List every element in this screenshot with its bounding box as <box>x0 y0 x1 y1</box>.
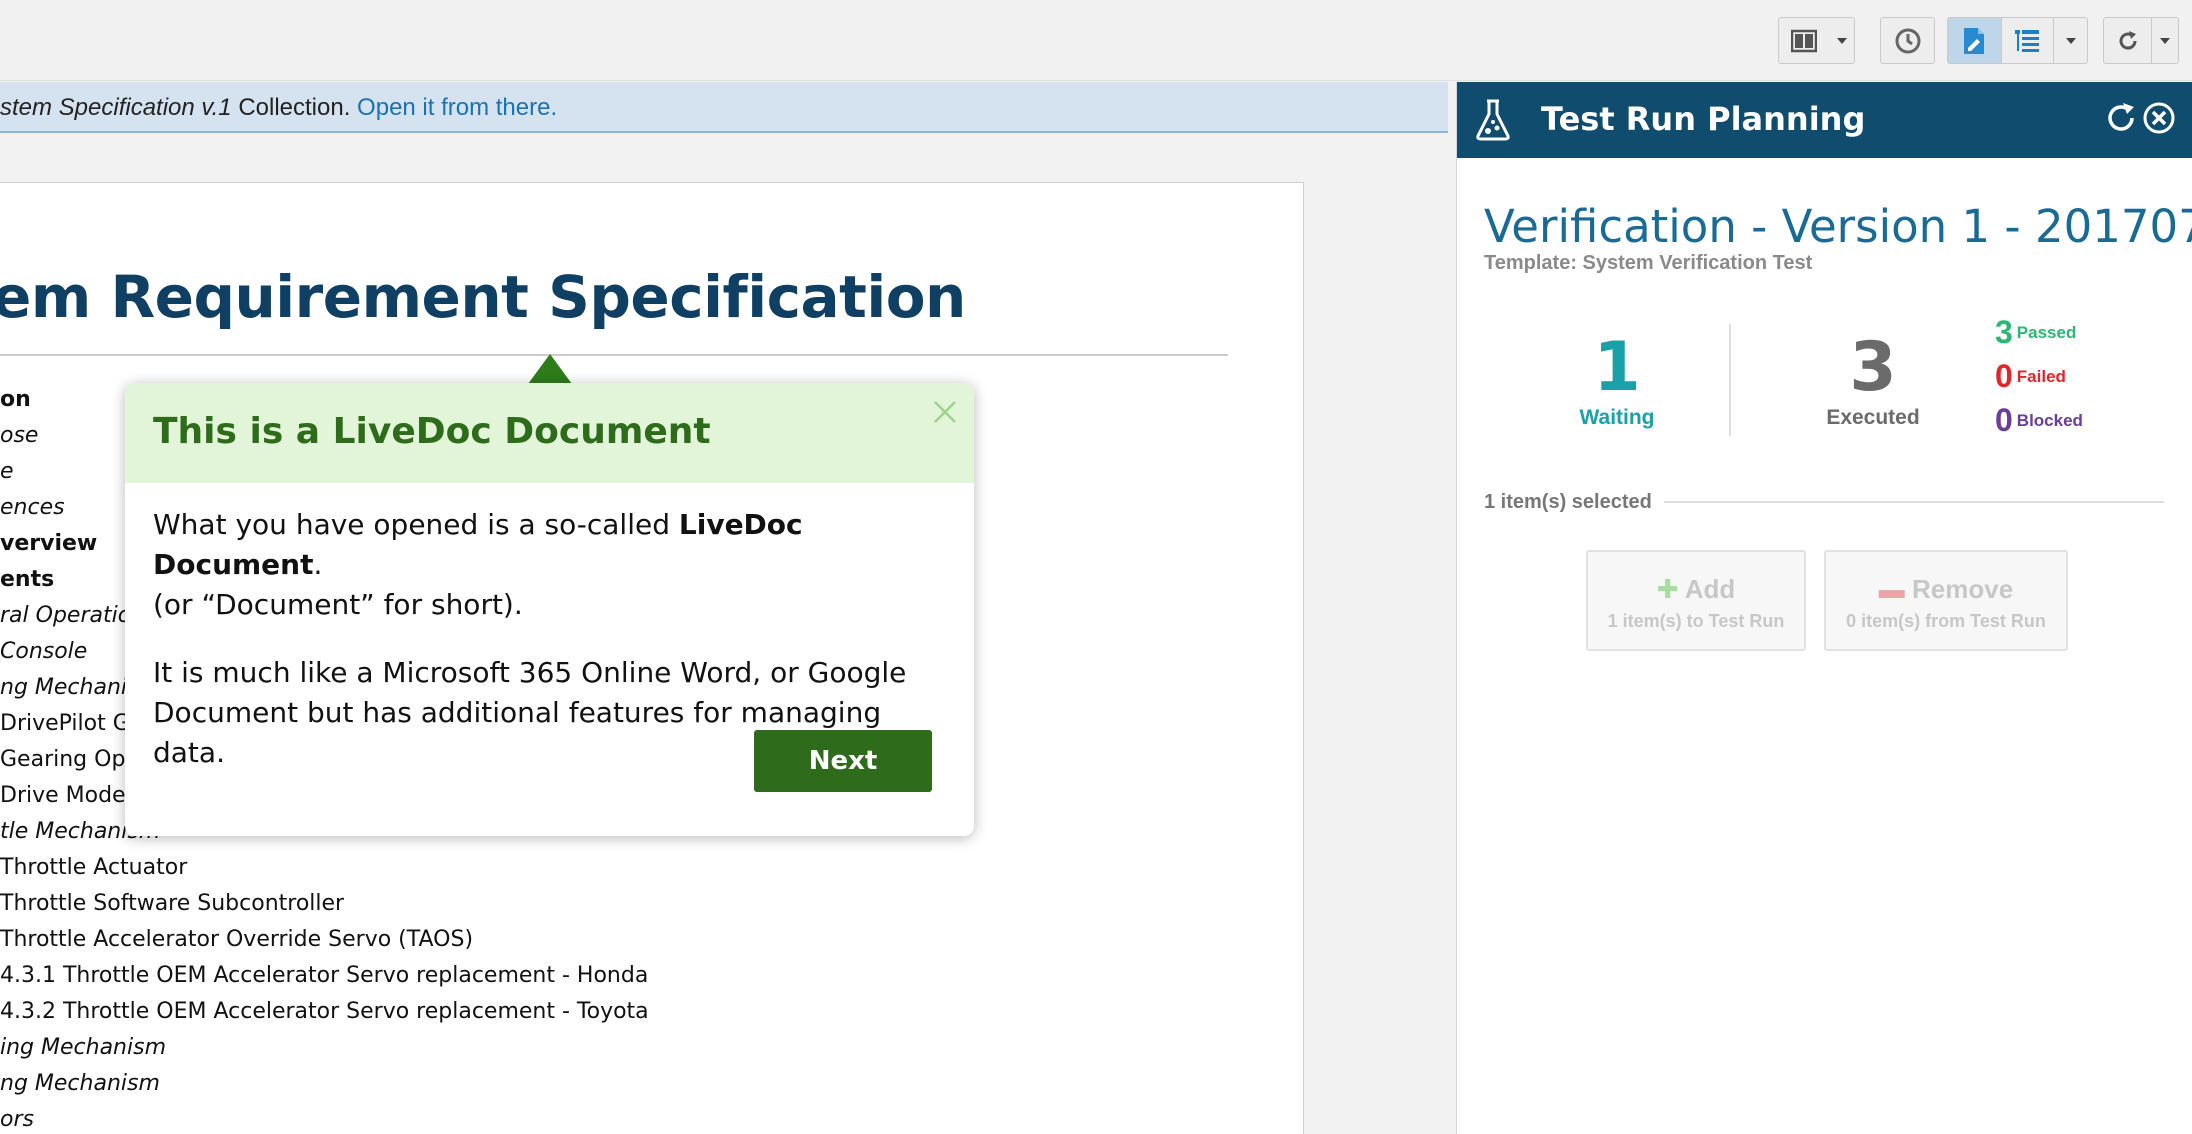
blocked-label: Blocked <box>2016 410 2083 430</box>
notice-text: Collection. <box>231 94 358 121</box>
passed-stat: 3 Passed <box>1995 314 2076 351</box>
history-button[interactable] <box>1880 17 1935 64</box>
toc-entry[interactable]: e <box>0 457 14 487</box>
executed-stat: 3 Executed <box>1803 330 1943 430</box>
failed-stat: 0 Failed <box>1995 358 2066 395</box>
refresh-icon[interactable] <box>2104 18 2151 63</box>
toc-entry[interactable]: Console <box>0 637 87 667</box>
minus-icon: ▬ <box>1878 574 1905 604</box>
toc-entry[interactable]: ral Operation <box>0 601 145 631</box>
selection-divider <box>1663 501 2164 503</box>
executed-count: 3 <box>1849 328 1897 407</box>
top-toolbar <box>0 0 2192 81</box>
stats-divider <box>1729 324 1731 436</box>
toc-entry[interactable]: 4.3.1 Throttle OEM Accelerator Servo rep… <box>0 961 648 991</box>
add-to-test-run-button[interactable]: ✚ Add 1 item(s) to Test Run <box>1586 550 1806 651</box>
close-icon[interactable] <box>2141 100 2177 136</box>
waiting-stat: 1 Waiting <box>1557 330 1677 430</box>
test-run-template: Template: System Verification Test <box>1484 252 1813 274</box>
title-divider <box>0 354 1228 356</box>
toc-entry[interactable]: Throttle Actuator <box>0 853 187 883</box>
passed-label: Passed <box>2016 322 2077 342</box>
chevron-down-icon[interactable] <box>2054 18 2087 63</box>
toc-entry[interactable]: ng Mechanism <box>0 1069 160 1099</box>
chevron-down-icon[interactable] <box>1829 18 1854 63</box>
test-run-name: Verification - Version 1 - 20170730 <box>1484 200 2192 253</box>
popover-header: This is a LiveDoc Document <box>125 383 974 483</box>
failed-label: Failed <box>2016 366 2066 386</box>
toc-entry[interactable]: ose <box>0 421 38 451</box>
remove-from-test-run-button[interactable]: ▬ Remove 0 item(s) from Test Run <box>1824 550 2068 651</box>
history-icon[interactable] <box>1881 18 1934 63</box>
selection-summary: 1 item(s) selected <box>1484 487 2164 517</box>
toc-entry[interactable]: on <box>0 385 31 415</box>
layout-icon[interactable] <box>1779 18 1829 63</box>
livedoc-intro-popover: This is a LiveDoc Document What you have… <box>125 383 974 836</box>
remove-sublabel: 0 item(s) from Test Run <box>1846 611 2046 631</box>
chevron-down-icon[interactable] <box>2152 18 2178 63</box>
panel-header: Test Run Planning <box>1457 82 2192 158</box>
popover-title: This is a LiveDoc Document <box>153 411 711 452</box>
document-title: em Requirement Specification <box>0 263 966 331</box>
add-label: Add <box>1684 574 1736 604</box>
toc-entry[interactable]: ences <box>0 493 65 523</box>
waiting-label: Waiting <box>1579 406 1655 429</box>
toc-entry[interactable]: DrivePilot Ge <box>0 709 143 739</box>
test-run-planning-panel: Test Run Planning Verification - Version… <box>1456 82 2192 1134</box>
popover-text: (or “Document” for short). <box>153 588 523 621</box>
popover-text: What you have opened is a so-called <box>153 508 679 541</box>
toc-entry[interactable]: ors <box>0 1105 34 1134</box>
toc-entry[interactable]: Throttle Accelerator Override Servo (TAO… <box>0 925 473 955</box>
executed-label: Executed <box>1826 406 1920 429</box>
toc-entry[interactable]: ents <box>0 565 54 595</box>
blocked-stat: 0 Blocked <box>1995 402 2083 439</box>
toc-entry[interactable]: 4.3.2 Throttle OEM Accelerator Servo rep… <box>0 997 649 1027</box>
popover-paragraph-1: What you have opened is a so-called Live… <box>153 505 946 625</box>
next-button[interactable]: Next <box>754 730 932 792</box>
passed-count: 3 <box>1995 314 2013 350</box>
refresh-menu[interactable] <box>2103 17 2179 64</box>
refresh-icon[interactable] <box>2103 100 2139 136</box>
toc-entry[interactable]: Drive Mode <box>0 781 126 811</box>
toc-entry[interactable]: verview <box>0 529 97 559</box>
toc-entry[interactable]: Gearing Opt <box>0 745 134 775</box>
popover-pointer <box>528 354 572 384</box>
collection-name: stem Specification v.1 <box>0 94 232 121</box>
collection-notice: stem Specification v.1 Collection. Open … <box>0 82 1448 133</box>
open-collection-link[interactable]: Open it from there. <box>357 94 557 121</box>
selected-count-text: 1 item(s) selected <box>1484 490 1652 513</box>
popover-text: . <box>313 548 323 581</box>
toc-entry[interactable]: ing Mechanism <box>0 1033 166 1063</box>
document-properties-icon[interactable] <box>1948 18 2001 63</box>
toc-entry[interactable]: Throttle Software Subcontroller <box>0 889 344 919</box>
panel-title: Test Run Planning <box>1541 100 1866 138</box>
remove-label: Remove <box>1912 574 2014 604</box>
waiting-count: 1 <box>1593 328 1641 407</box>
close-icon[interactable] <box>932 399 958 425</box>
flask-icon <box>1473 98 1513 147</box>
add-sublabel: 1 item(s) to Test Run <box>1607 611 1785 631</box>
plus-icon: ✚ <box>1656 574 1679 604</box>
view-switcher[interactable] <box>1947 17 2088 64</box>
blocked-count: 0 <box>1995 402 2013 438</box>
layout-menu[interactable] <box>1778 17 1855 64</box>
failed-count: 0 <box>1995 358 2013 394</box>
toc-entry[interactable]: ng Mechanis <box>0 673 138 703</box>
outline-icon[interactable] <box>2002 18 2054 63</box>
